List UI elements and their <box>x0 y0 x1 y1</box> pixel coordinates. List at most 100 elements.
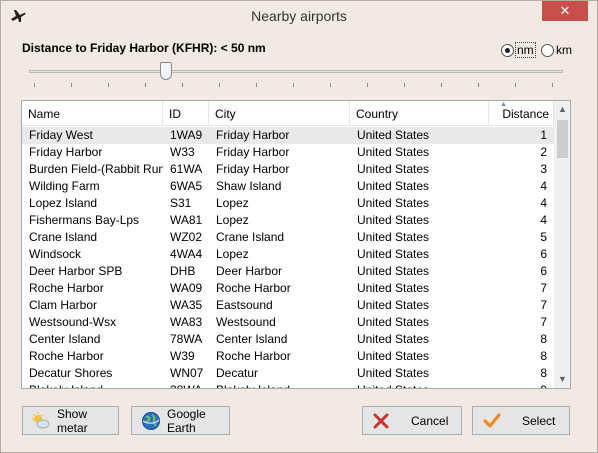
slider-tick <box>145 83 146 87</box>
unit-km-radio[interactable]: km <box>541 43 572 57</box>
table-row[interactable]: Blakely Island38WABlakely IslandUnited S… <box>22 382 554 388</box>
slider-tick <box>71 83 72 87</box>
list-header: Name ID City Country ▲ Distance <box>22 101 554 126</box>
slider-tick <box>441 83 442 87</box>
minimize-button[interactable] <box>516 1 542 21</box>
table-row[interactable]: Windsock 4WA4 Lopez United States 6 <box>22 246 554 263</box>
cell-country: United States <box>357 298 430 312</box>
radio-circle <box>501 43 514 57</box>
cell-city: Crane Island <box>216 230 285 244</box>
table-row[interactable]: Crane Island WZ02 Crane Island United State… <box>22 229 554 246</box>
slider-tick <box>219 83 220 87</box>
table-row[interactable]: Roche Harbor WA09 Roche Harbor United State… <box>22 280 554 297</box>
distance-slider-track[interactable] <box>29 70 563 73</box>
table-row[interactable]: Lopez Island S31 Lopez United States 4 <box>22 195 554 212</box>
cell-distance: 8 <box>540 332 547 346</box>
cancel-button[interactable]: Cancel <box>362 406 462 435</box>
table-row[interactable]: Friday Harbor W33 Friday Harbor United Stat… <box>22 144 554 161</box>
cell-distance: 2 <box>540 145 547 159</box>
cell-id: WN07 <box>170 366 204 380</box>
google-earth-button[interactable]: Google Earth <box>131 406 230 435</box>
cell-country: United States <box>357 128 430 142</box>
cell-distance: 6 <box>540 247 547 261</box>
cell-city: Westsound <box>216 315 276 329</box>
cell-city: Friday Harbor <box>216 145 290 159</box>
table-row[interactable]: Wilding Farm 6WA5 Shaw Island United States… <box>22 178 554 195</box>
table-row[interactable]: Roche Harbor W39 Roche Harbor United States… <box>22 348 554 365</box>
table-row[interactable]: Center Island 78WA Center Island United Sta… <box>22 331 554 348</box>
cell-name: Friday West <box>29 128 93 142</box>
slider-tick <box>108 83 109 87</box>
cell-country: United States <box>357 281 430 295</box>
cell-distance: 8 <box>540 349 547 363</box>
cell-country: United States <box>357 264 430 278</box>
title-bar: Nearby airports ✕ <box>1 1 597 32</box>
sort-ascending-icon: ▲ <box>500 101 507 108</box>
cell-distance: 6 <box>540 264 547 278</box>
cell-country: United States <box>357 247 430 261</box>
table-row[interactable]: Decatur Shores WN07 Decatur United States 8 <box>22 365 554 382</box>
column-header-name[interactable]: Name <box>22 101 163 126</box>
cell-country: United States <box>357 196 430 210</box>
scroll-down-arrow-icon[interactable]: ▼ <box>554 371 570 388</box>
select-button[interactable]: Select <box>472 406 570 435</box>
cell-city: Center Island <box>216 332 288 346</box>
table-row[interactable]: Clam Harbor WA35 Eastsound United States 7 <box>22 297 554 314</box>
cell-distance: 3 <box>540 162 547 176</box>
cell-distance: 7 <box>540 315 547 329</box>
google-earth-label: Google Earth <box>167 406 206 435</box>
cell-id: S31 <box>170 196 192 210</box>
column-header-id[interactable]: ID <box>163 101 209 126</box>
slider-tick <box>404 83 405 87</box>
cell-name: Wilding Farm <box>29 179 100 193</box>
unit-nm-label: nm <box>515 42 536 58</box>
slider-tick <box>367 83 368 87</box>
unit-nm-radio[interactable]: nm <box>501 42 536 58</box>
column-header-country[interactable]: Country <box>350 101 489 126</box>
table-row[interactable]: Fishermans Bay-Lps WA81 Lopez United States… <box>22 212 554 229</box>
cell-city: Deer Harbor <box>216 264 283 278</box>
table-row[interactable]: Westsound-Wsx WA83 Westsound United States 7 <box>22 314 554 331</box>
globe-icon <box>141 411 161 431</box>
scroll-thumb[interactable] <box>557 120 568 158</box>
weather-icon <box>31 411 51 431</box>
cell-name: Decatur Shores <box>29 366 113 380</box>
cell-distance: 8 <box>540 366 547 380</box>
cell-name: Deer Harbor SPB <box>29 264 123 278</box>
cell-city: Lopez <box>216 196 249 210</box>
cell-country: United States <box>357 315 430 329</box>
red-x-icon <box>371 411 391 431</box>
cancel-label: Cancel <box>411 413 449 428</box>
cell-city: Eastsound <box>216 298 273 312</box>
cell-distance: 4 <box>540 179 547 193</box>
table-row[interactable]: Burden Field-(Rabbit Run) 61WA Friday Harb… <box>22 161 554 178</box>
radio-circle <box>541 43 554 57</box>
cell-country: United States <box>357 366 430 380</box>
nearby-airports-dialog: Nearby airports ✕ Distance to Friday Har… <box>0 0 598 453</box>
cell-distance: 9 <box>489 382 554 388</box>
slider-tick <box>478 83 479 87</box>
close-button[interactable]: ✕ <box>542 1 588 21</box>
slider-tick <box>256 83 257 87</box>
scroll-up-arrow-icon[interactable]: ▲ <box>554 101 570 118</box>
vertical-scrollbar[interactable]: ▲ ▼ <box>554 101 570 388</box>
column-header-distance[interactable]: ▲ Distance <box>489 101 554 126</box>
cell-name: Roche Harbor <box>29 281 104 295</box>
cell-id: DHB <box>170 264 196 278</box>
distance-slider-thumb[interactable] <box>160 62 172 80</box>
cell-id: 61WA <box>170 162 203 176</box>
cell-city: Friday Harbor <box>216 162 290 176</box>
orange-check-icon <box>482 411 502 431</box>
cell-distance: 7 <box>540 298 547 312</box>
show-metar-button[interactable]: Show metar <box>22 406 119 435</box>
cell-city: Lopez <box>216 213 249 227</box>
table-row[interactable]: Deer Harbor SPB DHB Deer Harbor United Stat… <box>22 263 554 280</box>
cell-id: 6WA5 <box>170 179 203 193</box>
cell-city: Friday Harbor <box>216 128 290 142</box>
cell-country: United States <box>357 145 430 159</box>
cell-id: 4WA4 <box>170 247 203 261</box>
column-header-city[interactable]: City <box>209 101 350 126</box>
cell-city: Decatur <box>216 366 259 380</box>
table-row[interactable]: Friday West 1WA9 Friday Harbor United State… <box>22 127 554 144</box>
cell-id: WA35 <box>170 298 203 312</box>
